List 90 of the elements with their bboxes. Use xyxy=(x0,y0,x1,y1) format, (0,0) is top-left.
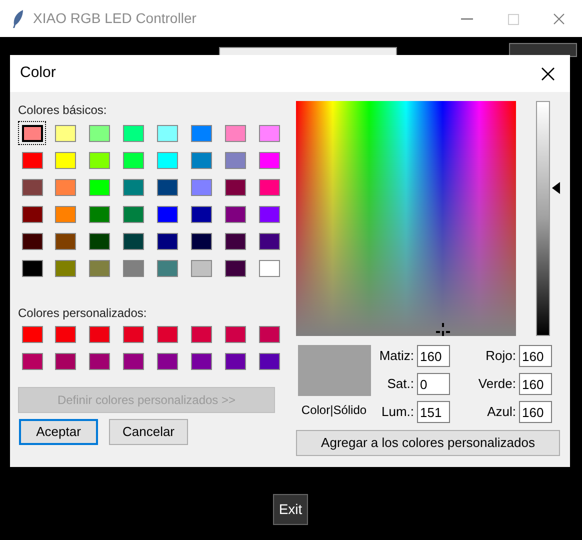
color-swatch[interactable] xyxy=(256,230,283,252)
luminance-pointer[interactable] xyxy=(552,182,560,194)
color-swatch[interactable] xyxy=(256,203,283,225)
color-swatch[interactable] xyxy=(154,122,181,144)
color-swatch[interactable] xyxy=(222,122,249,144)
color-swatch[interactable] xyxy=(86,323,113,345)
color-swatch[interactable] xyxy=(86,176,113,198)
dialog-title: Color xyxy=(20,63,56,84)
color-swatch[interactable] xyxy=(188,203,215,225)
field-label: Matiz: xyxy=(378,347,414,366)
color-spectrum[interactable] xyxy=(296,101,516,336)
number-field[interactable]: 160 xyxy=(519,373,552,395)
color-swatch[interactable] xyxy=(154,230,181,252)
cancel-button[interactable]: Cancelar xyxy=(109,419,188,445)
color-swatch[interactable] xyxy=(52,149,79,171)
color-swatch[interactable] xyxy=(222,176,249,198)
color-swatch[interactable] xyxy=(52,323,79,345)
close-icon[interactable] xyxy=(541,66,555,80)
color-swatch[interactable] xyxy=(256,257,283,279)
field-label: Verde: xyxy=(477,375,516,394)
color-swatch[interactable] xyxy=(188,257,215,279)
color-swatch[interactable] xyxy=(154,176,181,198)
color-swatch[interactable] xyxy=(188,323,215,345)
color-swatch[interactable] xyxy=(19,350,45,372)
color-swatch[interactable] xyxy=(154,257,181,279)
color-swatch[interactable] xyxy=(19,122,45,144)
color-swatch[interactable] xyxy=(52,230,79,252)
color-swatch[interactable] xyxy=(188,149,215,171)
section-label: Colores personalizados: xyxy=(18,305,148,320)
preview-label: Color|Sólido xyxy=(301,402,367,419)
color-swatch[interactable] xyxy=(256,176,283,198)
color-swatch[interactable] xyxy=(188,350,215,372)
color-swatch[interactable] xyxy=(86,122,113,144)
color-swatch[interactable] xyxy=(86,350,113,372)
color-swatch[interactable] xyxy=(120,203,147,225)
field-label: Lum.: xyxy=(380,403,414,422)
color-swatch[interactable] xyxy=(19,149,45,171)
color-swatch[interactable] xyxy=(120,323,147,345)
color-swatch[interactable] xyxy=(52,203,79,225)
color-swatch[interactable] xyxy=(256,350,283,372)
color-swatch[interactable] xyxy=(120,257,147,279)
color-swatch[interactable] xyxy=(222,230,249,252)
field-label: Sat.: xyxy=(386,375,414,394)
section-label: Colores básicos: xyxy=(18,102,108,117)
color-swatch[interactable] xyxy=(154,149,181,171)
number-field[interactable]: 160 xyxy=(519,401,552,423)
color-swatch[interactable] xyxy=(256,323,283,345)
color-swatch[interactable] xyxy=(19,257,45,279)
ok-button[interactable]: Aceptar xyxy=(19,419,98,445)
color-swatch[interactable] xyxy=(188,230,215,252)
number-field[interactable]: 0 xyxy=(417,373,450,395)
color-swatch[interactable] xyxy=(120,149,147,171)
color-swatch[interactable] xyxy=(19,176,45,198)
color-swatch[interactable] xyxy=(120,176,147,198)
color-swatch[interactable] xyxy=(154,203,181,225)
color-swatch[interactable] xyxy=(52,257,79,279)
color-swatch[interactable] xyxy=(222,350,249,372)
color-swatch[interactable] xyxy=(188,176,215,198)
color-swatch[interactable] xyxy=(222,203,249,225)
color-swatch[interactable] xyxy=(120,230,147,252)
color-swatch[interactable] xyxy=(256,122,283,144)
color-swatch[interactable] xyxy=(256,149,283,171)
window-title: XIAO RGB LED Controller xyxy=(33,9,196,28)
number-field[interactable]: 160 xyxy=(519,345,552,367)
color-swatch[interactable] xyxy=(52,350,79,372)
color-swatch[interactable] xyxy=(86,149,113,171)
color-swatch[interactable] xyxy=(222,149,249,171)
number-field[interactable]: 160 xyxy=(417,345,450,367)
color-swatch[interactable] xyxy=(19,203,45,225)
color-swatch[interactable] xyxy=(52,122,79,144)
color-swatch[interactable] xyxy=(52,176,79,198)
color-swatch[interactable] xyxy=(19,230,45,252)
color-swatch[interactable] xyxy=(120,122,147,144)
color-swatch[interactable] xyxy=(86,257,113,279)
field-label: Azul: xyxy=(486,403,516,422)
color-swatch[interactable] xyxy=(188,122,215,144)
field-label: Rojo: xyxy=(484,347,516,366)
color-swatch[interactable] xyxy=(19,323,45,345)
exit-button[interactable]: Exit xyxy=(273,494,308,525)
add-custom-colors-button[interactable]: Agregar a los colores personalizados xyxy=(296,430,560,456)
color-swatch[interactable] xyxy=(154,323,181,345)
feather-icon xyxy=(12,10,24,28)
color-swatch[interactable] xyxy=(154,350,181,372)
color-swatch[interactable] xyxy=(86,203,113,225)
color-swatch[interactable] xyxy=(222,323,249,345)
crosshair-icon[interactable] xyxy=(436,323,450,336)
number-field[interactable]: 151 xyxy=(417,401,450,423)
color-swatch[interactable] xyxy=(86,230,113,252)
color-swatch[interactable] xyxy=(222,257,249,279)
color-swatch[interactable] xyxy=(120,350,147,372)
